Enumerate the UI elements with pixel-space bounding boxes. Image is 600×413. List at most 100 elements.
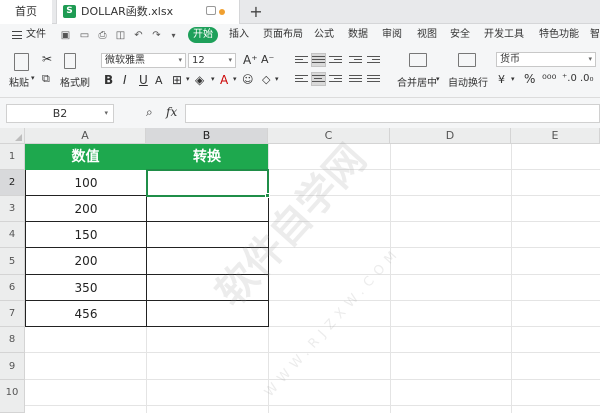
row-header-5[interactable]: 5 bbox=[0, 248, 25, 275]
emoji-icon[interactable]: ☺ bbox=[242, 73, 253, 86]
increase-font-icon[interactable]: A⁺ bbox=[243, 53, 258, 67]
font-color-icon[interactable]: A bbox=[220, 73, 228, 87]
print-preview-icon[interactable]: ◫ bbox=[115, 30, 126, 41]
cell-b3[interactable] bbox=[147, 196, 267, 222]
cut-icon[interactable]: ✂ bbox=[42, 52, 52, 66]
cell-a5[interactable]: 200 bbox=[26, 248, 146, 275]
menu-icon[interactable] bbox=[12, 31, 22, 39]
format-painter-icon[interactable] bbox=[64, 53, 76, 69]
cell-a2[interactable]: 100 bbox=[26, 170, 146, 196]
percent-icon[interactable]: % bbox=[524, 72, 535, 86]
copy-icon[interactable]: ⧉ bbox=[42, 72, 50, 86]
fx-icon[interactable]: fx bbox=[166, 105, 177, 119]
font-name-select[interactable]: 微软雅黑 ▾ bbox=[101, 53, 186, 68]
merge-center-icon[interactable] bbox=[409, 53, 427, 67]
tab-smart[interactable]: 智 bbox=[590, 24, 600, 46]
column-header-b[interactable]: B bbox=[146, 128, 268, 144]
currency-icon[interactable]: ¥ bbox=[498, 73, 505, 86]
tab-review[interactable]: 审阅 bbox=[382, 24, 402, 46]
tab-formulas[interactable]: 公式 bbox=[314, 24, 334, 46]
fill-color-icon[interactable]: ◈ bbox=[195, 73, 204, 87]
row-header-9[interactable]: 9 bbox=[0, 353, 25, 380]
format-painter-button[interactable]: 格式刷 bbox=[60, 74, 90, 89]
chevron-down-icon[interactable]: ▾ bbox=[275, 75, 279, 83]
merge-center-button[interactable]: 合并居中 bbox=[397, 74, 437, 89]
align-bottom-icon[interactable] bbox=[329, 54, 342, 66]
wrap-text-icon[interactable] bbox=[458, 53, 476, 67]
zoom-icon[interactable]: ⌕ bbox=[146, 105, 153, 120]
chevron-down-icon[interactable]: ▾ bbox=[511, 75, 515, 83]
tab-data[interactable]: 数据 bbox=[348, 24, 368, 46]
decrease-font-icon[interactable]: A⁻ bbox=[261, 53, 274, 66]
home-tab[interactable]: 首页 bbox=[0, 0, 52, 24]
cell-b5[interactable] bbox=[147, 248, 267, 275]
undo-icon[interactable]: ↶ bbox=[133, 30, 144, 41]
wrap-text-button[interactable]: 自动换行 bbox=[448, 74, 488, 89]
strikethrough-icon[interactable]: A bbox=[155, 74, 163, 87]
align-middle-icon[interactable] bbox=[311, 53, 326, 67]
print-icon[interactable]: ⎙ bbox=[97, 30, 108, 41]
tab-start[interactable]: 开始 bbox=[188, 27, 218, 43]
distributed-icon[interactable] bbox=[367, 73, 380, 85]
cell-b6[interactable] bbox=[147, 275, 267, 301]
cell-b1[interactable]: 转换 bbox=[146, 144, 268, 170]
formula-input[interactable] bbox=[185, 104, 600, 123]
paste-button[interactable]: 粘贴 bbox=[9, 74, 29, 89]
clear-format-icon[interactable]: ◇ bbox=[262, 73, 270, 86]
redo-icon[interactable]: ↷ bbox=[151, 30, 162, 41]
paste-dropdown-icon[interactable]: ▾ bbox=[31, 74, 35, 82]
menu-file[interactable]: 文件 bbox=[26, 24, 46, 46]
borders-icon[interactable]: ⊞ bbox=[172, 73, 182, 87]
row-header-4[interactable]: 4 bbox=[0, 222, 25, 248]
font-size-select[interactable]: 12 ▾ bbox=[188, 53, 236, 68]
cell-a7[interactable]: 456 bbox=[26, 301, 146, 327]
screen-icon[interactable] bbox=[206, 6, 216, 15]
column-header-a[interactable]: A bbox=[25, 128, 146, 144]
tab-developer[interactable]: 开发工具 bbox=[484, 24, 524, 46]
cell-b4[interactable] bbox=[147, 222, 267, 248]
align-right-icon[interactable] bbox=[329, 73, 342, 85]
open-icon[interactable]: ▭ bbox=[79, 30, 90, 41]
chevron-down-icon[interactable]: ▾ bbox=[211, 75, 215, 83]
italic-icon[interactable]: I bbox=[123, 73, 127, 87]
cell-a3[interactable]: 200 bbox=[26, 196, 146, 222]
name-box[interactable]: B2 ▾ bbox=[6, 104, 114, 123]
row-header-6[interactable]: 6 bbox=[0, 275, 25, 301]
justify-icon[interactable] bbox=[349, 73, 362, 85]
row-header-3[interactable]: 3 bbox=[0, 196, 25, 222]
paste-icon[interactable] bbox=[14, 53, 29, 71]
chevron-down-icon[interactable]: ▾ bbox=[186, 75, 190, 83]
document-tab[interactable]: S DOLLAR函数.xlsx bbox=[56, 0, 240, 24]
save-icon[interactable]: ▣ bbox=[60, 30, 71, 41]
chevron-down-icon[interactable]: ▾ bbox=[436, 75, 440, 83]
tab-features[interactable]: 特色功能 bbox=[539, 24, 579, 46]
row-header-7[interactable]: 7 bbox=[0, 301, 25, 327]
cell-b7[interactable] bbox=[147, 301, 267, 327]
tab-view[interactable]: 视图 bbox=[417, 24, 437, 46]
bold-icon[interactable]: B bbox=[104, 73, 113, 87]
increase-decimal-icon[interactable]: ⁺.0 bbox=[562, 73, 577, 84]
tab-page-layout[interactable]: 页面布局 bbox=[263, 24, 303, 46]
row-header-10[interactable]: 10 bbox=[0, 380, 25, 413]
more-icon[interactable]: ▾ bbox=[168, 30, 179, 41]
align-top-icon[interactable] bbox=[295, 54, 308, 66]
column-header-e[interactable]: E bbox=[511, 128, 600, 144]
row-header-8[interactable]: 8 bbox=[0, 327, 25, 353]
new-tab-button[interactable]: + bbox=[246, 0, 266, 24]
column-header-d[interactable]: D bbox=[390, 128, 511, 144]
underline-icon[interactable]: U bbox=[139, 73, 148, 87]
column-header-c[interactable]: C bbox=[268, 128, 390, 144]
chevron-down-icon[interactable]: ▾ bbox=[233, 75, 237, 83]
cell-a1[interactable]: 数值 bbox=[25, 144, 146, 170]
row-header-1[interactable]: 1 bbox=[0, 144, 25, 170]
fill-handle[interactable] bbox=[265, 193, 270, 198]
row-header-2[interactable]: 2 bbox=[0, 170, 25, 196]
number-format-select[interactable]: 货币 ▾ bbox=[496, 52, 596, 67]
align-left-icon[interactable] bbox=[295, 73, 308, 85]
indent-increase-icon[interactable] bbox=[367, 54, 380, 66]
thousands-icon[interactable]: ⁰⁰⁰ bbox=[542, 72, 556, 86]
tab-security[interactable]: 安全 bbox=[450, 24, 470, 46]
cell-a6[interactable]: 350 bbox=[26, 275, 146, 301]
tab-insert[interactable]: 插入 bbox=[229, 24, 249, 46]
align-center-icon[interactable] bbox=[311, 72, 326, 86]
